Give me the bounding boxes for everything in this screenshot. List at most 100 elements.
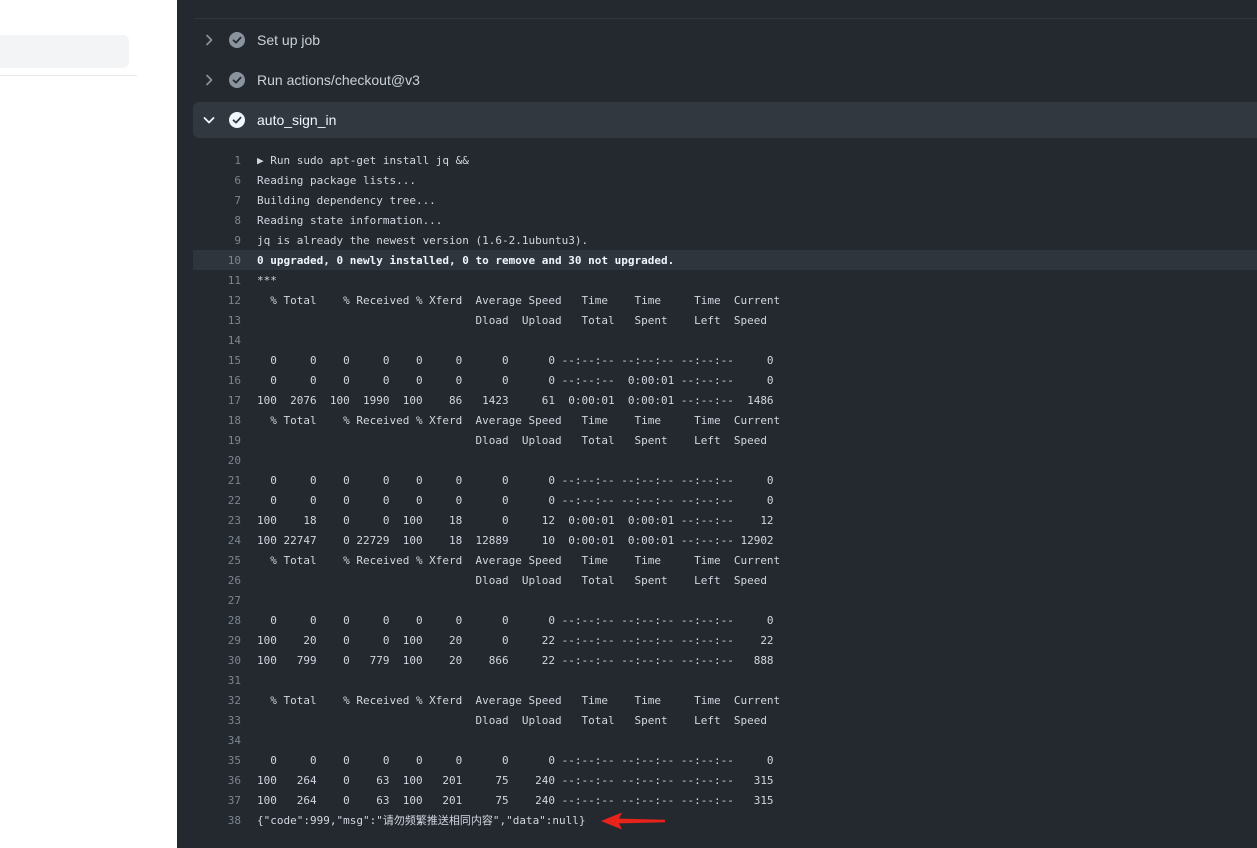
line-number[interactable]: 14 xyxy=(193,334,257,347)
log-text: Dload Upload Total Spent Left Speed xyxy=(257,713,767,727)
log-text: 0 0 0 0 0 0 0 0 --:--:-- --:--:-- --:--:… xyxy=(257,353,774,367)
log-text: 100 264 0 63 100 201 75 240 --:--:-- --:… xyxy=(257,793,774,807)
step-set-up-job[interactable]: Set up job xyxy=(193,22,1257,58)
log-line: 9 jq is already the newest version (1.6-2… xyxy=(193,230,1257,250)
line-number[interactable]: 32 xyxy=(193,694,257,707)
line-number[interactable]: 31 xyxy=(193,674,257,687)
panel-divider xyxy=(194,18,1257,19)
log-line: 6 Reading package lists... xyxy=(193,170,1257,190)
line-number[interactable]: 36 xyxy=(193,774,257,787)
line-number[interactable]: 27 xyxy=(193,594,257,607)
log-text: Dload Upload Total Spent Left Speed xyxy=(257,313,767,327)
line-number[interactable]: 17 xyxy=(193,394,257,407)
log-text: 100 264 0 63 100 201 75 240 --:--:-- --:… xyxy=(257,773,774,787)
log-text: 0 0 0 0 0 0 0 0 --:--:-- --:--:-- --:--:… xyxy=(257,613,774,627)
line-number[interactable]: 19 xyxy=(193,434,257,447)
log-line: 30 100 799 0 779 100 20 866 22 --:--:-- -… xyxy=(193,650,1257,670)
line-number[interactable]: 11 xyxy=(193,274,257,287)
log-output: 1 ▶ Run sudo apt-get install jq && 6 Readin… xyxy=(193,150,1257,830)
log-text: jq is already the newest version (1.6-2.… xyxy=(257,233,589,247)
log-text: % Total % Received % Xferd Average Speed… xyxy=(257,553,781,567)
step-label: Run actions/checkout@v3 xyxy=(257,72,420,88)
line-number[interactable]: 30 xyxy=(193,654,257,667)
line-number[interactable]: 12 xyxy=(193,294,257,307)
sidebar-selected-item[interactable] xyxy=(0,35,129,68)
line-number[interactable]: 33 xyxy=(193,714,257,727)
line-number[interactable]: 6 xyxy=(193,174,257,187)
log-text: {"code":999,"msg":"请勿频繁推送相同内容","data":nu… xyxy=(257,814,586,827)
log-text: 0 0 0 0 0 0 0 0 --:--:-- --:--:-- --:--:… xyxy=(257,473,774,487)
log-line: 21 0 0 0 0 0 0 0 0 --:--:-- --:--:-- --:… xyxy=(193,470,1257,490)
chevron-right-icon xyxy=(193,32,225,48)
sidebar-divider xyxy=(0,75,137,76)
line-number[interactable]: 16 xyxy=(193,374,257,387)
line-number[interactable]: 37 xyxy=(193,794,257,807)
log-text: 100 799 0 779 100 20 866 22 --:--:-- --:… xyxy=(257,653,774,667)
step-label: auto_sign_in xyxy=(257,112,337,128)
red-arrow-icon xyxy=(601,812,665,830)
log-line: 18 % Total % Received % Xferd Average Sp… xyxy=(193,410,1257,430)
line-number[interactable]: 35 xyxy=(193,754,257,767)
log-text: Reading package lists... xyxy=(257,173,416,187)
log-line: 24 100 22747 0 22729 100 18 12889 10 0:00… xyxy=(193,530,1257,550)
line-number[interactable]: 10 xyxy=(193,254,257,267)
log-text: 100 22747 0 22729 100 18 12889 10 0:00:0… xyxy=(257,533,774,547)
line-number[interactable]: 9 xyxy=(193,234,257,247)
log-text: % Total % Received % Xferd Average Speed… xyxy=(257,693,781,707)
log-text: ▶ Run sudo apt-get install jq && xyxy=(257,153,469,167)
chevron-down-icon xyxy=(193,112,225,128)
line-number[interactable]: 22 xyxy=(193,494,257,507)
line-number[interactable]: 13 xyxy=(193,314,257,327)
step-auto-sign-in[interactable]: auto_sign_in xyxy=(193,102,1257,138)
log-text: 100 20 0 0 100 20 0 22 --:--:-- --:--:--… xyxy=(257,633,774,647)
check-circle-icon xyxy=(229,112,245,128)
log-line: 10 0 upgraded, 0 newly installed, 0 to re… xyxy=(193,250,1257,270)
log-text: Building dependency tree... xyxy=(257,193,436,207)
line-number[interactable]: 8 xyxy=(193,214,257,227)
line-number[interactable]: 15 xyxy=(193,354,257,367)
log-text: 0 0 0 0 0 0 0 0 --:--:-- 0:00:01 --:--:-… xyxy=(257,373,774,387)
log-line: 19 Dload Upload Total Spent Left Speed xyxy=(193,430,1257,450)
log-text: % Total % Received % Xferd Average Speed… xyxy=(257,293,781,307)
line-number[interactable]: 29 xyxy=(193,634,257,647)
log-line: 1 ▶ Run sudo apt-get install jq && xyxy=(193,150,1257,170)
line-number[interactable]: 26 xyxy=(193,574,257,587)
log-line: 11 *** xyxy=(193,270,1257,290)
log-text: 100 2076 100 1990 100 86 1423 61 0:00:01… xyxy=(257,393,774,407)
line-number[interactable]: 28 xyxy=(193,614,257,627)
log-text: 0 0 0 0 0 0 0 0 --:--:-- --:--:-- --:--:… xyxy=(257,753,774,767)
log-line: 34 xyxy=(193,730,1257,750)
log-line: 22 0 0 0 0 0 0 0 0 --:--:-- --:--:-- --:… xyxy=(193,490,1257,510)
line-number[interactable]: 1 xyxy=(193,154,257,167)
log-line: 16 0 0 0 0 0 0 0 0 --:--:-- 0:00:01 --:-… xyxy=(193,370,1257,390)
chevron-right-icon xyxy=(193,72,225,88)
log-text: 0 0 0 0 0 0 0 0 --:--:-- --:--:-- --:--:… xyxy=(257,493,774,507)
log-line: 17 100 2076 100 1990 100 86 1423 61 0:00:… xyxy=(193,390,1257,410)
line-number[interactable]: 21 xyxy=(193,474,257,487)
check-circle-icon xyxy=(229,72,245,88)
log-line: 36 100 264 0 63 100 201 75 240 --:--:-- -… xyxy=(193,770,1257,790)
log-line: 27 xyxy=(193,590,1257,610)
log-line: 8 Reading state information... xyxy=(193,210,1257,230)
line-number[interactable]: 18 xyxy=(193,414,257,427)
line-number[interactable]: 7 xyxy=(193,194,257,207)
log-text: Reading state information... xyxy=(257,213,443,227)
line-number[interactable]: 23 xyxy=(193,514,257,527)
log-line: 33 Dload Upload Total Spent Left Speed xyxy=(193,710,1257,730)
check-circle-icon xyxy=(229,32,245,48)
line-number[interactable]: 25 xyxy=(193,554,257,567)
log-text: Dload Upload Total Spent Left Speed xyxy=(257,433,767,447)
line-number[interactable]: 38 xyxy=(193,814,257,827)
step-run-checkout[interactable]: Run actions/checkout@v3 xyxy=(193,62,1257,98)
log-line: 20 xyxy=(193,450,1257,470)
log-line: 13 Dload Upload Total Spent Left Speed xyxy=(193,310,1257,330)
log-line: 38 {"code":999,"msg":"请勿频繁推送相同内容","data":… xyxy=(193,810,1257,830)
line-number[interactable]: 34 xyxy=(193,734,257,747)
log-line: 15 0 0 0 0 0 0 0 0 --:--:-- --:--:-- --:… xyxy=(193,350,1257,370)
left-sidebar xyxy=(0,0,177,848)
log-line: 23 100 18 0 0 100 18 0 12 0:00:01 0:00:01… xyxy=(193,510,1257,530)
line-number[interactable]: 24 xyxy=(193,534,257,547)
line-number[interactable]: 20 xyxy=(193,454,257,467)
log-line: 32 % Total % Received % Xferd Average Sp… xyxy=(193,690,1257,710)
log-line: 26 Dload Upload Total Spent Left Speed xyxy=(193,570,1257,590)
